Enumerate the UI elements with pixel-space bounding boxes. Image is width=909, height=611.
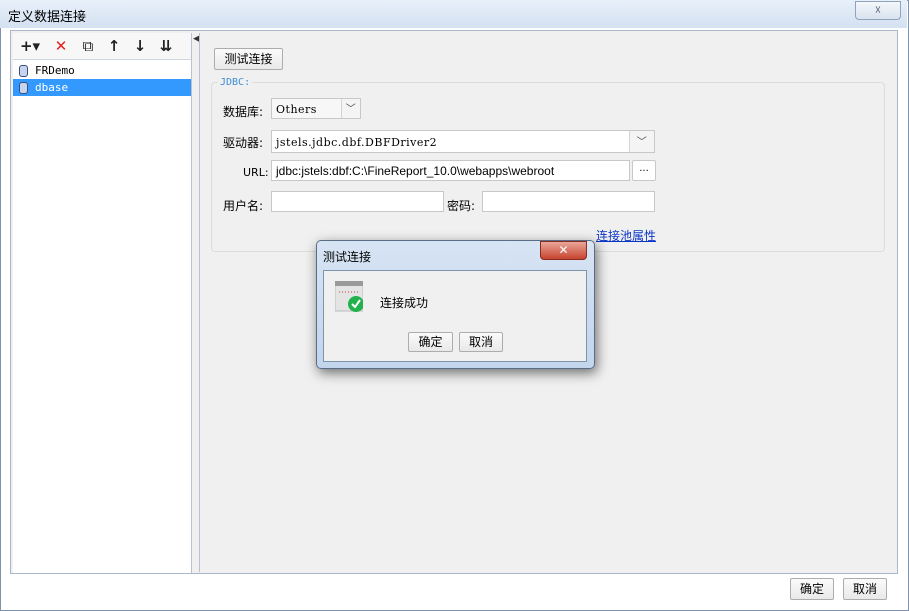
connection-list-item[interactable]: dbase [13,79,191,96]
password-input[interactable] [482,191,655,212]
connection-success-icon [335,281,363,312]
connection-label: FRDemo [35,64,75,77]
database-select-value: Others [276,103,317,116]
move-up-icon[interactable]: ↑ [104,36,124,56]
delete-icon[interactable]: ✕ [51,36,71,56]
dialog-message: 连接成功 [380,296,429,310]
sort-icon[interactable]: ⇊ [156,36,176,56]
dialog-close-button[interactable]: ✕ [540,241,587,260]
connection-list-item[interactable]: FRDemo [13,62,191,79]
driver-select-value: jstels.jdbc.dbf.DBFDriver2 [276,136,438,149]
window-close-button[interactable]: ☓ [855,1,901,20]
test-connection-button[interactable]: 测试连接 [214,48,283,70]
jdbc-group-title: JDBC: [218,77,253,88]
window-title: 定义数据连接 [8,10,87,25]
database-select[interactable]: Others ﹀ [271,98,361,119]
connection-toolbar: +▾ ✕ ⧉ ↑ ↓ ⇊ [13,33,191,60]
ok-button[interactable]: 确定 [790,578,834,600]
connection-list-panel [13,33,192,573]
database-icon [19,82,28,94]
pool-properties-link[interactable]: 连接池属性 [596,227,656,244]
panel-splitter[interactable] [192,33,198,573]
title-bar[interactable] [0,0,907,28]
cancel-button[interactable]: 取消 [843,578,887,600]
chevron-down-icon[interactable]: ﹀ [341,99,360,118]
url-browse-button[interactable]: ... [632,160,656,181]
copy-icon[interactable]: ⧉ [78,36,98,56]
dialog-ok-button[interactable]: 确定 [408,332,453,352]
url-label: URL: [243,166,269,179]
driver-select[interactable]: jstels.jdbc.dbf.DBFDriver2 ﹀ [271,130,655,153]
username-label: 用户名: [223,199,264,213]
chevron-down-icon[interactable]: ﹀ [629,131,654,152]
driver-label: 驱动器: [223,136,264,150]
username-input[interactable] [271,191,444,212]
move-down-icon[interactable]: ↓ [130,36,150,56]
database-icon [19,65,28,77]
dialog-cancel-button[interactable]: 取消 [459,332,503,352]
password-label: 密码: [447,199,476,213]
add-connection-icon[interactable]: +▾ [17,36,43,56]
url-input[interactable]: jdbc:jstels:dbf:C:\FineReport_10.0\webap… [271,160,630,181]
dialog-title: 测试连接 [323,250,372,264]
connection-label: dbase [35,81,69,94]
database-label: 数据库: [223,105,264,119]
